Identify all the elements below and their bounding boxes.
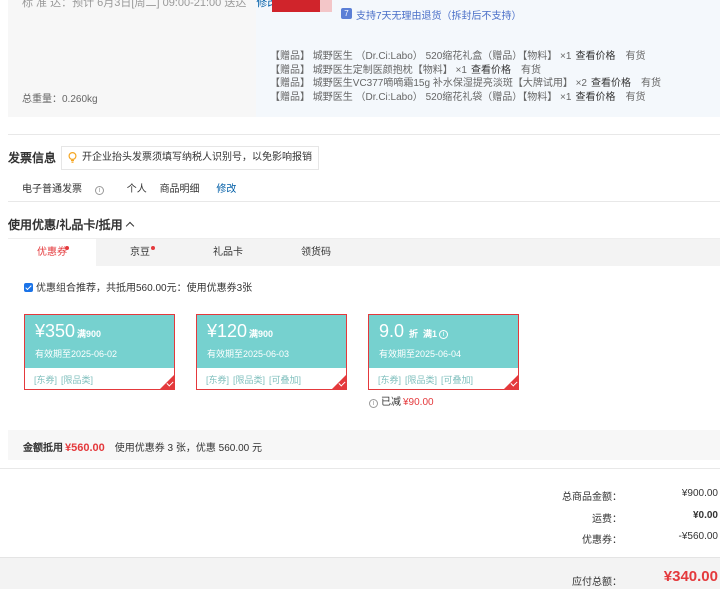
info-icon[interactable]: i — [439, 330, 449, 339]
coupon-condition: 满900 — [77, 329, 102, 339]
gift-item: 【赠品】 城野医生 （Dr.Ci:Labo） 520缩花礼袋（赠品）【物料】 ×… — [270, 91, 646, 103]
new-dot — [151, 246, 155, 250]
delivery-info: 标 准 达：预计 6月3日[周二] 09:00-21:00 送达 修改 — [22, 0, 278, 10]
payable-value: ¥340.00 — [663, 568, 718, 585]
invoice-tip-text: 开企业抬头发票须填写纳税人识别号，以免影响报销 — [82, 152, 312, 163]
invoice-type: 电子普通发票 i — [22, 184, 114, 195]
check-price-link[interactable]: 查看价格 — [591, 78, 631, 89]
coupon-amount: ¥120 满900 — [207, 321, 274, 341]
invoice-modify-link[interactable]: 修改 — [216, 184, 236, 195]
return-policy-text: 支持7天无理由退货（拆封后不支持） — [356, 11, 522, 22]
goods-total-value: ¥900.00 — [681, 488, 718, 499]
gift-item: 【赠品】 城野医生VC377嘀嘀霜15g 补水保湿提亮淡斑【大牌试用】 ×2 查看… — [270, 78, 661, 89]
coupon-expiry: 有效期至2025-06-03 — [207, 349, 290, 359]
invoice-tip: 开企业抬头发票须填写纳税人识别号，以免影响报销 — [61, 146, 319, 170]
check-price-link[interactable]: 查看价格 — [575, 92, 615, 103]
discount-value: ¥560.00 — [65, 442, 105, 454]
combo-text: 优惠组合推荐，共抵用560.00元：使用优惠券3张 — [36, 283, 253, 294]
return-policy-icon: 7 — [341, 8, 352, 19]
tab-coupons[interactable]: 优惠券 — [8, 239, 96, 267]
invoice-holder: 个人 — [126, 184, 147, 195]
coupon-tags: [东券] [限品类] [可叠加] — [206, 375, 302, 385]
gift-item: 【赠品】 城野医生 （Dr.Ci:Labo） 520缩花礼盒（赠品）【物料】 ×… — [270, 51, 646, 62]
gift-item: 【赠品】 城野医生定制医颜抱枕【物料】 ×1 查看价格 有货 — [270, 64, 541, 76]
coupon-face: 9.0 折满1 i 有效期至2025-06-04 — [369, 315, 518, 368]
reduced-value: ¥90.00 — [403, 397, 434, 408]
stock-status: 有货 — [625, 51, 646, 62]
divider — [8, 134, 720, 135]
invoice-title: 发票信息 — [8, 151, 57, 165]
check-price-link[interactable]: 查看价格 — [471, 65, 511, 76]
coupon-card-2[interactable]: ¥120 满900 有效期至2025-06-03 [东券] [限品类] [可叠加] — [196, 314, 347, 390]
coupon-condition: 满1 — [423, 329, 438, 339]
coupon-expiry: 有效期至2025-06-02 — [35, 349, 118, 359]
delivery-text: 标 准 达：预计 6月3日[周二] 09:00-21:00 送达 — [22, 0, 247, 9]
coupon-face: ¥120 满900 有效期至2025-06-03 — [197, 315, 346, 368]
product-image-shadow — [320, 0, 332, 12]
new-dot — [65, 246, 69, 250]
stock-status: 有货 — [520, 64, 541, 76]
chevron-up-icon — [125, 221, 134, 231]
gift-list: 【赠品】 城野医生 （Dr.Ci:Labo） 520缩花礼盒（赠品）【物料】 ×… — [270, 50, 661, 104]
divider — [0, 468, 720, 469]
coupon-face: ¥350 满900 有效期至2025-06-02 — [25, 315, 174, 368]
stock-status: 有货 — [625, 91, 646, 103]
coupon-card-1[interactable]: ¥350 满900 有效期至2025-06-02 [东券] [限品类] — [24, 314, 175, 390]
coupon-expiry: 有效期至2025-06-04 — [379, 349, 462, 359]
invoice-details: 电子普通发票 i 个人 商品明细 修改 — [22, 180, 246, 195]
lightbulb-icon — [68, 152, 77, 163]
coupon-condition: 满900 — [249, 329, 274, 339]
reduced-amount: i 已减 ¥90.00 — [369, 393, 434, 408]
coupon-total-label: 优惠券： — [582, 535, 622, 546]
check-price-link[interactable]: 查看价格 — [575, 51, 615, 62]
coupon-amount: 9.0 折满1 i — [379, 321, 449, 342]
coupon-tabs: 优惠券 京豆 礼品卡 领货码 — [8, 238, 720, 267]
coupon-section-title[interactable]: 使用优惠/礼品卡/抵用 — [8, 216, 134, 233]
shipping-fee-label: 运费： — [592, 514, 622, 525]
discount-summary: 金额抵用 ¥560.00 使用优惠券 3 张，优惠 560.00 元 — [23, 439, 262, 454]
coupon-tags: [东券] [限品类] — [34, 375, 94, 385]
combo-recommendation[interactable]: 优惠组合推荐，共抵用560.00元：使用优惠券3张 — [24, 279, 252, 294]
tab-gift-card[interactable]: 礼品卡 — [184, 239, 272, 267]
tab-jingdou[interactable]: 京豆 — [96, 239, 184, 267]
weight-value: 0.260kg — [62, 94, 98, 105]
goods-total-label: 总商品金额： — [562, 492, 622, 503]
combo-checkbox[interactable] — [24, 283, 33, 292]
info-icon[interactable]: i — [369, 399, 378, 408]
weight-label: 总重量： — [22, 94, 62, 105]
discount-desc: 使用优惠券 3 张，优惠 560.00 元 — [114, 443, 263, 454]
shipping-fee-value: ¥0.00 — [692, 510, 718, 521]
tab-redeem-code[interactable]: 领货码 — [272, 239, 360, 267]
coupon-card-3[interactable]: 9.0 折满1 i 有效期至2025-06-04 [东券] [限品类] [可叠加] — [368, 314, 519, 390]
coupon-total-value: -¥560.00 — [678, 531, 718, 542]
total-weight: 总重量：0.260kg — [22, 90, 98, 105]
coupon-amount: ¥350 满900 — [35, 321, 102, 341]
coupon-tags: [东券] [限品类] [可叠加] — [378, 375, 474, 385]
reduced-label: 已减 — [381, 397, 401, 408]
invoice-content: 商品明细 — [159, 184, 200, 195]
stock-status: 有货 — [641, 78, 661, 89]
payable-label: 应付总额： — [572, 577, 622, 588]
info-icon[interactable]: i — [95, 186, 104, 195]
discount-label: 金额抵用 — [23, 443, 63, 454]
divider — [8, 201, 720, 202]
order-checkout-page: 标 准 达：预计 6月3日[周二] 09:00-21:00 送达 修改 总重量：0… — [0, 0, 720, 589]
